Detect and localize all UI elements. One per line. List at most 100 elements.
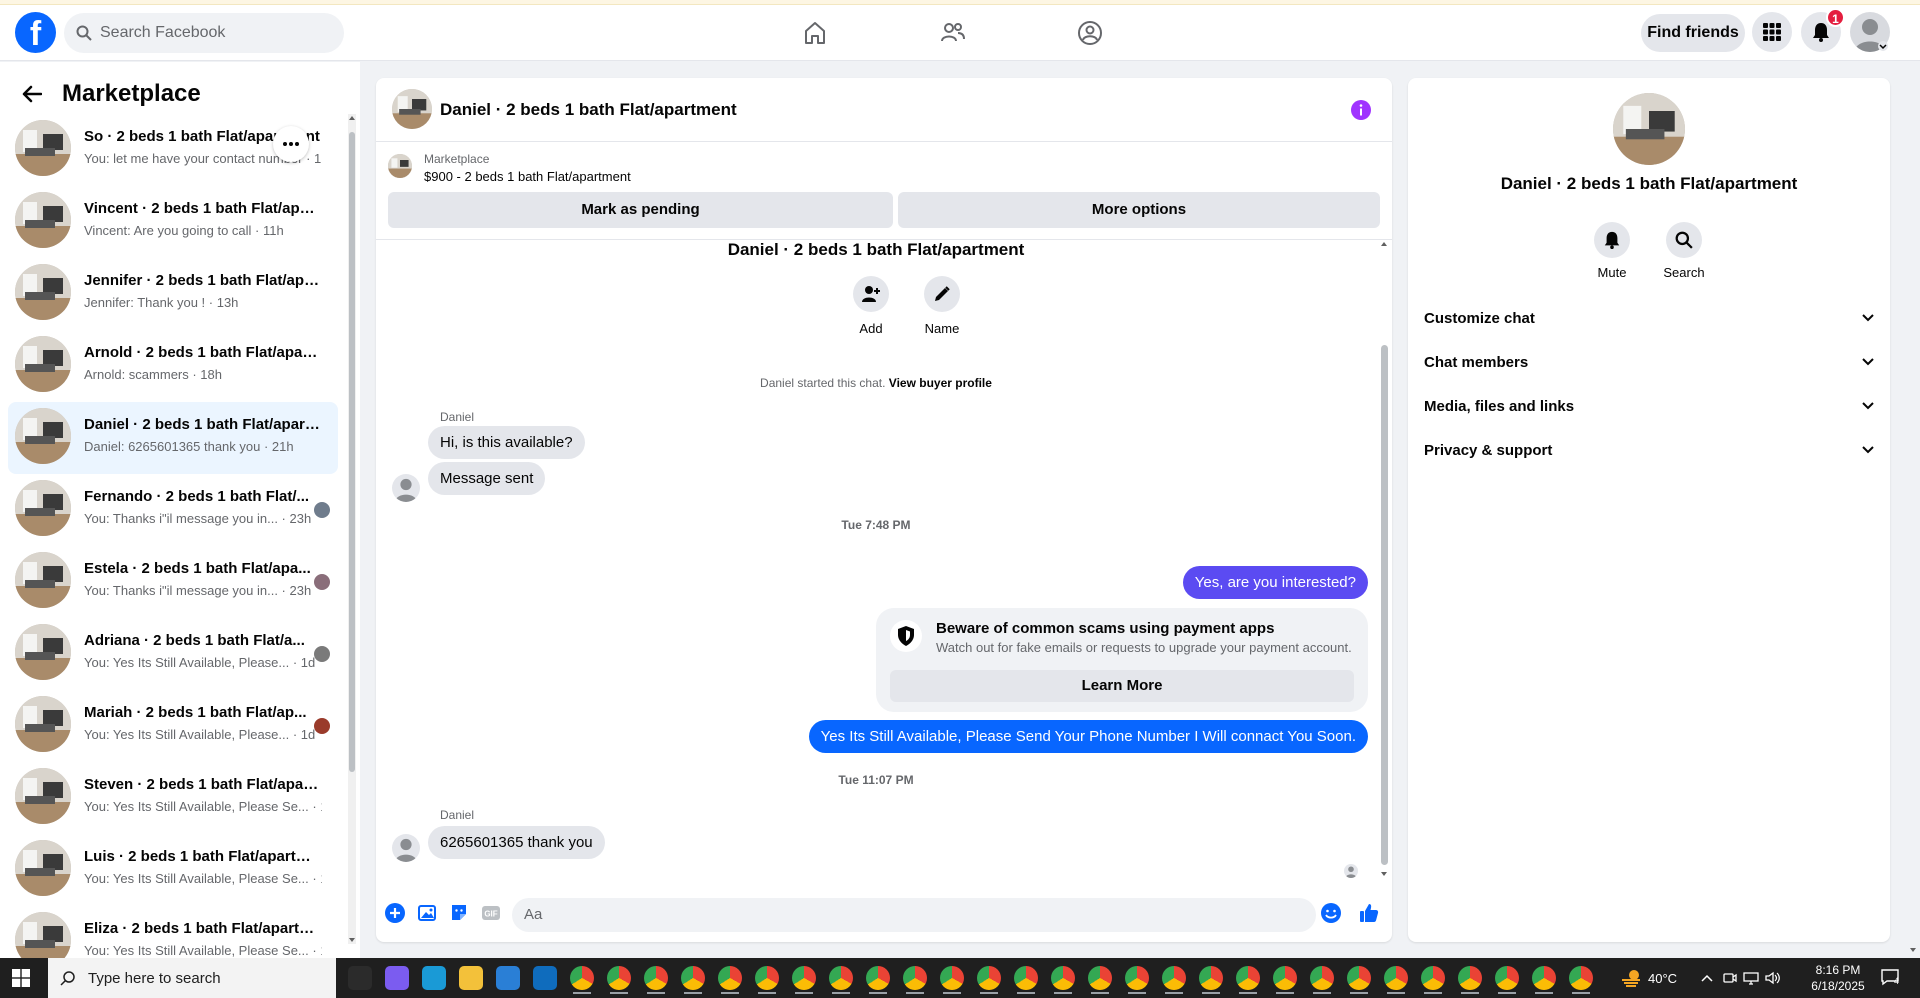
outlook-icon[interactable] <box>530 962 560 994</box>
conversation-item[interactable]: Mariah · 2 beds 1 bath Flat/ap... You: Ye… <box>8 690 338 762</box>
chrome-window-icon[interactable] <box>1307 962 1337 994</box>
outgoing-message[interactable]: Yes, are you interested? <box>1182 566 1368 599</box>
name-chat-action[interactable]: Name <box>912 276 972 336</box>
scroll-up-arrow-icon[interactable] <box>348 114 356 122</box>
chrome-window-icon[interactable] <box>863 962 893 994</box>
chat-header-avatar[interactable] <box>392 89 432 129</box>
home-icon[interactable] <box>801 19 829 47</box>
listing-thumbnail[interactable] <box>388 154 412 178</box>
chrome-window-icon[interactable] <box>1011 962 1041 994</box>
conversation-item[interactable]: Jennifer · 2 beds 1 bath Flat/apa... Jenn… <box>8 258 338 330</box>
conversation-item[interactable]: Steven · 2 beds 1 bath Flat/apart... You:… <box>8 762 338 834</box>
name-chat-button[interactable] <box>924 276 960 312</box>
find-friends-button[interactable]: Find friends <box>1641 14 1745 52</box>
emoji-icon[interactable] <box>1320 902 1342 924</box>
microsoft-store-icon[interactable] <box>493 962 523 994</box>
chrome-window-icon[interactable] <box>1418 962 1448 994</box>
windows-start-icon[interactable] <box>12 969 30 987</box>
volume-icon[interactable] <box>1765 971 1781 985</box>
mute-action[interactable]: Mute <box>1582 222 1642 280</box>
chrome-window-icon[interactable] <box>641 962 671 994</box>
edge-icon[interactable] <box>419 962 449 994</box>
chrome-window-icon[interactable] <box>900 962 930 994</box>
back-arrow-icon[interactable] <box>22 85 42 103</box>
chrome-window-icon[interactable] <box>1270 962 1300 994</box>
add-people-action[interactable]: Add <box>841 276 901 336</box>
chat-header-title[interactable]: Daniel · 2 beds 1 bath Flat/apartment <box>440 100 737 120</box>
chrome-window-icon[interactable] <box>752 962 782 994</box>
facebook-logo-icon[interactable]: f <box>15 12 56 53</box>
chrome-window-icon[interactable] <box>678 962 708 994</box>
chrome-window-icon[interactable] <box>1566 962 1596 994</box>
chrome-window-icon[interactable] <box>1344 962 1374 994</box>
incoming-message[interactable]: Hi, is this available? <box>428 426 585 459</box>
incoming-message[interactable]: Message sent <box>428 462 546 495</box>
taskbar-clock[interactable]: 8:16 PM 6/18/2025 <box>1790 962 1886 994</box>
chrome-window-icon[interactable] <box>1085 962 1115 994</box>
conversation-item[interactable]: Adriana · 2 beds 1 bath Flat/a... You: Ye… <box>8 618 338 690</box>
friends-icon[interactable] <box>939 19 967 47</box>
search-in-chat-action[interactable]: Search <box>1654 222 1714 280</box>
chrome-window-icon[interactable] <box>1529 962 1559 994</box>
file-explorer-icon[interactable] <box>456 962 486 994</box>
chrome-window-icon[interactable] <box>1159 962 1189 994</box>
sticker-icon[interactable] <box>448 902 470 924</box>
conversation-item[interactable]: Vincent · 2 beds 1 bath Flat/apar... Vinc… <box>8 186 338 258</box>
search-in-chat-button[interactable] <box>1666 222 1702 258</box>
groups-icon[interactable] <box>1076 19 1104 47</box>
chrome-window-icon[interactable] <box>826 962 856 994</box>
info-icon[interactable] <box>1351 100 1371 120</box>
chrome-window-icon[interactable] <box>1122 962 1152 994</box>
meet-now-icon[interactable] <box>1723 971 1737 985</box>
thread-scrollbar[interactable] <box>1379 240 1389 880</box>
conversation-item[interactable]: Fernando · 2 beds 1 bath Flat/... You: Th… <box>8 474 338 546</box>
chrome-window-icon[interactable] <box>789 962 819 994</box>
more-options-button[interactable]: More options <box>898 192 1380 228</box>
task-view-icon[interactable] <box>345 962 375 994</box>
customize-chat-section[interactable]: Customize chat <box>1424 298 1874 338</box>
chrome-window-icon[interactable] <box>1196 962 1226 994</box>
photo-icon[interactable] <box>416 902 438 924</box>
scroll-down-arrow-icon[interactable] <box>1909 946 1917 954</box>
account-chevron-icon[interactable] <box>1877 41 1889 51</box>
conversation-item[interactable]: Arnold · 2 beds 1 bath Flat/apart... Arno… <box>8 330 338 402</box>
chrome-window-icon[interactable] <box>1455 962 1485 994</box>
scroll-down-arrow-icon[interactable] <box>348 936 356 944</box>
copilot-icon[interactable] <box>382 962 412 994</box>
sidebar-scroll-thumb[interactable] <box>349 132 355 772</box>
conversation-item[interactable]: Daniel · 2 beds 1 bath Flat/apart... Dani… <box>8 402 338 474</box>
add-person-button[interactable] <box>853 276 889 312</box>
chrome-profile-icon[interactable] <box>567 962 597 994</box>
plus-circle-icon[interactable] <box>384 902 406 924</box>
search-facebook-input[interactable]: Search Facebook <box>64 13 344 53</box>
chrome-window-icon[interactable] <box>974 962 1004 994</box>
gif-icon[interactable]: GIF <box>480 902 502 924</box>
network-icon[interactable] <box>1743 971 1759 985</box>
outgoing-message[interactable]: Yes Its Still Available, Please Send You… <box>808 720 1368 753</box>
page-scrollbar[interactable] <box>1906 62 1920 958</box>
sidebar-scrollbar[interactable] <box>348 114 356 944</box>
taskbar-search-box[interactable]: Type here to search <box>48 958 336 998</box>
action-center-button[interactable]: 4 <box>1880 968 1906 990</box>
conversation-item[interactable]: Luis · 2 beds 1 bath Flat/apartme... You:… <box>8 834 338 906</box>
chat-members-section[interactable]: Chat members <box>1424 342 1874 382</box>
conversation-item[interactable]: So · 2 beds 1 bath Flat/apartment You: le… <box>8 114 338 186</box>
chrome-window-icon[interactable] <box>1381 962 1411 994</box>
listing-price-title[interactable]: $900 - 2 beds 1 bath Flat/apartment <box>424 169 631 184</box>
conversation-item[interactable]: Estela · 2 beds 1 bath Flat/apa... You: T… <box>8 546 338 618</box>
privacy-support-section[interactable]: Privacy & support <box>1424 430 1874 470</box>
sender-avatar[interactable] <box>392 834 420 862</box>
mute-button[interactable] <box>1594 222 1630 258</box>
chrome-window-icon[interactable] <box>1233 962 1263 994</box>
message-input[interactable]: Aa <box>512 898 1316 932</box>
thumbs-up-icon[interactable] <box>1358 902 1380 924</box>
temperature[interactable]: 40°C <box>1648 971 1677 986</box>
mark-as-pending-button[interactable]: Mark as pending <box>388 192 893 228</box>
scroll-down-arrow-icon[interactable] <box>1380 870 1388 878</box>
chat-info-avatar[interactable] <box>1613 93 1685 165</box>
incoming-message[interactable]: 6265601365 thank you <box>428 826 605 859</box>
conversation-more-button[interactable] <box>273 126 309 162</box>
chrome-window-icon[interactable] <box>937 962 967 994</box>
chrome-window-icon[interactable] <box>1492 962 1522 994</box>
view-buyer-profile-link[interactable]: View buyer profile <box>889 376 992 390</box>
